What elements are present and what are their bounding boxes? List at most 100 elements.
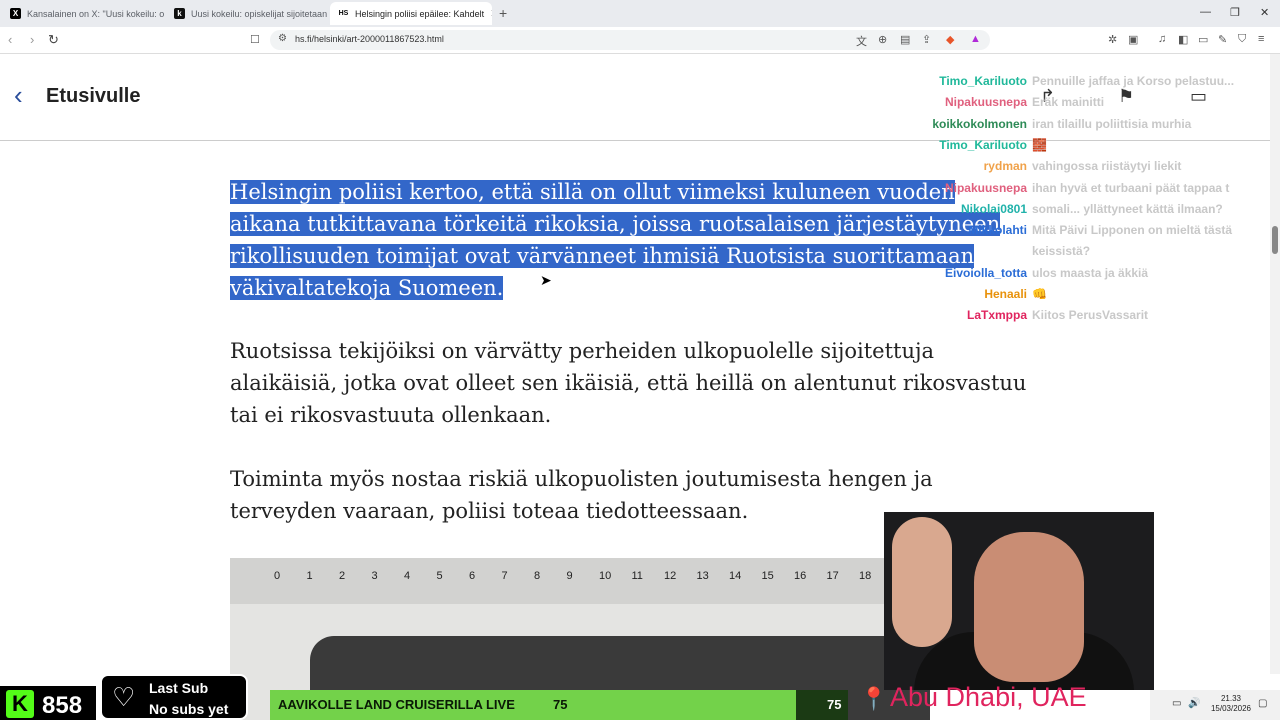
last-sub-label: Last Sub: [149, 680, 209, 696]
back-arrow-icon[interactable]: ‹: [8, 32, 12, 47]
sidebar-icon[interactable]: ▣: [1128, 33, 1138, 46]
ruler-number: 4: [404, 570, 411, 582]
chat-message: LaTxmppa Kiitos PerusVassarit: [880, 308, 1280, 328]
chat-text: Mitä Päivi Lipponen on mieltä tästä: [1032, 223, 1233, 238]
chat-username: Timo_Kariluoto: [939, 137, 1027, 152]
chat-username: Mikkolahti: [968, 223, 1027, 238]
chat-message: Nipakuusnepa Eräk mainitti: [880, 95, 1280, 115]
leo-icon[interactable]: ✎: [1218, 33, 1227, 46]
ruler-number: 1: [306, 570, 313, 582]
tab-hs-active[interactable]: HS Helsingin poliisi epäilee: Kahdelt ✕: [330, 2, 492, 25]
reader-icon[interactable]: ▤: [900, 33, 910, 46]
clock-date: 15/03/2026: [1210, 704, 1252, 713]
site-info-icon[interactable]: ⚙: [278, 33, 287, 44]
goal-progress-bar: AAVIKOLLE LAND CRUISERILLA LIVE 75 75: [270, 690, 848, 720]
clock[interactable]: 21.33 15/03/2026: [1206, 694, 1256, 714]
chat-text: 🧱: [1032, 137, 1047, 152]
media-icon[interactable]: ♫: [1158, 33, 1166, 45]
ruler-number: 8: [534, 570, 541, 582]
translate-icon[interactable]: 文: [856, 33, 867, 49]
ruler-number: 17: [826, 570, 839, 582]
extensions-icon[interactable]: ✲: [1108, 33, 1117, 46]
tab-label: Helsingin poliisi epäilee: Kahdelt: [355, 8, 485, 19]
minimize-icon[interactable]: —: [1200, 6, 1211, 18]
ruler-number: 0: [274, 570, 281, 582]
chat-text: ihan hyvä et turbaani päät tappaa t: [1032, 180, 1230, 195]
ruler-number: 16: [794, 570, 807, 582]
tab-kansalainen[interactable]: k Uusi kokeilu: opiskelijat sijoitetaan …: [166, 2, 328, 25]
chat-text: Pennuille jaffaa ja Korso pelastuu...: [1032, 74, 1235, 88]
chevron-left-icon[interactable]: ‹: [14, 82, 23, 108]
brave-rewards-icon[interactable]: ▲: [970, 33, 981, 45]
chat-username: LaTxmppa: [966, 308, 1027, 323]
ruler-number: 14: [729, 570, 742, 582]
streamer-arm: [892, 517, 952, 647]
goal-label: AAVIKOLLE LAND CRUISERILLA LIVE: [278, 697, 515, 712]
notification-icon[interactable]: ▢: [1258, 698, 1267, 709]
webcam-overlay: [884, 512, 1154, 690]
location-text: Abu Dhabi, UAE: [890, 682, 1087, 712]
ruler-number: 11: [631, 570, 643, 582]
clock-time: 21.33: [1220, 694, 1242, 703]
share-icon[interactable]: ⇪: [922, 33, 931, 46]
zoom-icon[interactable]: ⊕: [878, 33, 887, 46]
tab-x-post[interactable]: X Kansalainen on X: "Uusi kokeilu: opis: [2, 2, 164, 25]
chat-username: Nikolai0801: [960, 201, 1027, 216]
new-tab-icon[interactable]: +: [499, 5, 507, 21]
menu-icon[interactable]: ≡: [1258, 33, 1264, 45]
chat-message: Nipakuusnepa ihan hyvä et turbaani päät t…: [880, 181, 1280, 201]
close-window-icon[interactable]: ✕: [1260, 6, 1269, 19]
kick-logo-icon: K: [6, 690, 34, 718]
chat-username: koikkokolmonen: [932, 116, 1027, 131]
wallet-icon[interactable]: ▭: [1198, 33, 1208, 46]
chat-username: Nipakuusnepa: [944, 180, 1027, 195]
chat-text: ulos maasta ja äkkiä: [1032, 265, 1149, 280]
ruler-number: 3: [371, 570, 378, 582]
streamer-head: [974, 532, 1084, 682]
chat-username: Henaali: [984, 287, 1027, 301]
chat-text: somali... yllättyneet kättä ilmaan?: [1032, 201, 1223, 216]
goal-target: 75: [827, 697, 842, 712]
hs-favicon-icon: HS: [338, 8, 349, 19]
brave-shield-icon[interactable]: ◆: [946, 33, 954, 46]
forward-arrow-icon[interactable]: ›: [30, 32, 34, 47]
chat-message: rydman vahingossa riistäytyi liekit: [880, 159, 1280, 179]
browser-toolbar: ‹ › ↻ ☐ ⚙ hs.fi/helsinki/art-20000118675…: [0, 27, 1280, 54]
tab-bar: X Kansalainen on X: "Uusi kokeilu: opis …: [0, 0, 1280, 27]
chat-message: Mikkolahti Mitä Päivi Lipponen on mieltä …: [880, 223, 1280, 243]
reload-icon[interactable]: ↻: [48, 32, 59, 48]
ruler-number: 5: [436, 570, 443, 582]
panel-icon[interactable]: ◧: [1178, 33, 1188, 46]
chat-text: vahingossa riistäytyi liekit: [1032, 159, 1182, 174]
ruler-number: 2: [339, 570, 346, 582]
chat-text: 👊: [1032, 287, 1047, 301]
goal-current: 75: [553, 697, 568, 712]
viewer-count: 858: [42, 692, 83, 719]
vpn-icon[interactable]: ⛉: [1238, 33, 1246, 46]
ruler-number: 10: [599, 570, 612, 582]
chat-text: Eräk mainitti: [1032, 95, 1105, 110]
ruler-number: 6: [469, 570, 476, 582]
ruler-number: 18: [859, 570, 872, 582]
ruler-number: 7: [501, 570, 508, 582]
chat-message: Henaali 👊: [880, 287, 1280, 307]
close-tab-icon[interactable]: ✕: [490, 7, 492, 20]
maximize-icon[interactable]: ❐: [1230, 6, 1240, 19]
chat-message: Nikolai0801 somali... yllättyneet kättä i…: [880, 202, 1280, 222]
tab-label: Uusi kokeilu: opiskelijat sijoitetaan in: [191, 8, 328, 19]
ruler-number: 9: [566, 570, 573, 582]
network-icon[interactable]: ▭: [1172, 698, 1181, 709]
url-text[interactable]: hs.fi/helsinki/art-2000011867523.html: [295, 34, 444, 44]
chat-username: Timo_Kariluoto: [939, 74, 1027, 88]
ruler-number: 12: [664, 570, 677, 582]
article-paragraph: Ruotsissa tekijöiksi on värvätty perheid…: [230, 339, 1027, 427]
mouse-cursor-icon: ➤: [540, 272, 552, 288]
volume-icon[interactable]: 🔊: [1188, 698, 1200, 709]
ruler-number: 15: [761, 570, 774, 582]
chat-username: Nipakuusnepa: [944, 95, 1027, 110]
back-to-frontpage-link[interactable]: Etusivulle: [46, 85, 140, 108]
bookmark-icon[interactable]: ☐: [250, 33, 260, 46]
chat-text: keissistä?: [1032, 244, 1091, 259]
ruler: [230, 558, 930, 604]
chat-message: Eivoiolla_totta ulos maasta ja äkkiä: [880, 266, 1280, 286]
